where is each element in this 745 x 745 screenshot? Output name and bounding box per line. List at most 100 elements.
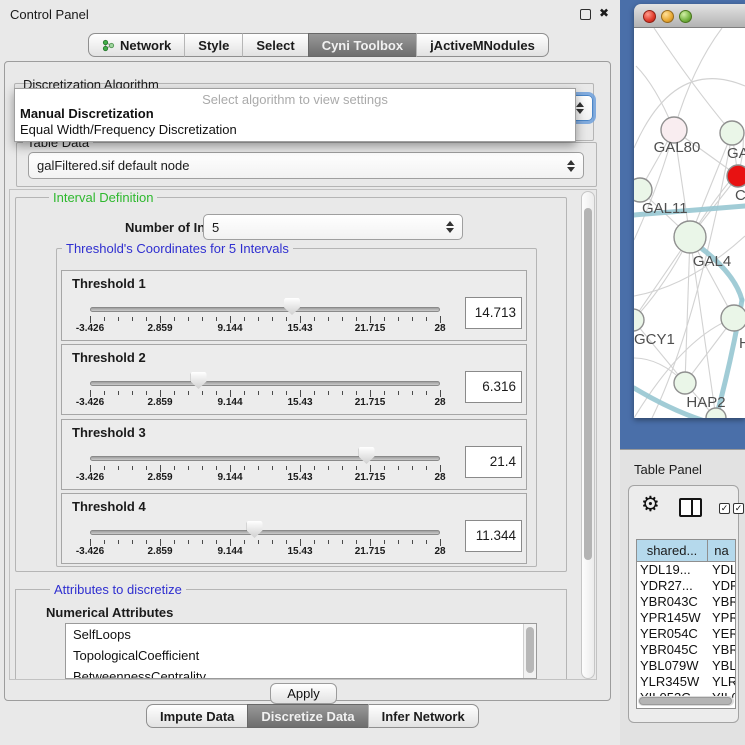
split-columns-icon[interactable] <box>679 498 702 517</box>
tick-label: -3.426 <box>76 546 104 557</box>
slider-track[interactable] <box>90 381 440 386</box>
attribute-item-selfloops[interactable]: SelfLoops <box>66 624 536 645</box>
tick-mark <box>328 540 329 544</box>
tab-impute-data[interactable]: Impute Data <box>146 704 247 728</box>
threshold-value-field[interactable]: 14.713 <box>465 297 522 329</box>
tick-mark <box>104 466 105 470</box>
threshold-value-field[interactable]: 21.4 <box>465 446 522 478</box>
tick-mark <box>286 540 287 544</box>
tab-network[interactable]: Network <box>88 33 184 57</box>
table-row[interactable]: YLR345WYLR3 <box>637 674 735 690</box>
scrollbar-thumb[interactable] <box>639 697 732 705</box>
dropdown-placeholder-item[interactable]: Select algorithm to view settings <box>15 89 575 106</box>
network-node-c[interactable] <box>727 165 745 187</box>
network-node-gcy1[interactable] <box>634 309 644 331</box>
slider-handle[interactable] <box>284 298 300 315</box>
cell-name: YBL0 <box>708 658 735 674</box>
slider-handle[interactable] <box>359 447 375 464</box>
cell-name: YLR3 <box>708 674 735 690</box>
tick-mark <box>160 316 161 323</box>
tick-mark <box>398 466 399 470</box>
network-window-titlebar[interactable] <box>634 4 745 28</box>
tick-label: 28 <box>434 323 445 334</box>
table-row[interactable]: YBL079WYBL0 <box>637 658 735 674</box>
network-node-gal4[interactable] <box>674 221 706 253</box>
vertical-scrollbar[interactable] <box>581 191 595 679</box>
slider-track[interactable] <box>90 530 440 535</box>
table-panel-title: Table Panel <box>634 462 702 477</box>
minimize-traffic-light-icon[interactable] <box>661 10 674 23</box>
network-graph[interactable]: GAL80GACGAL11GAL4GCY1HHAP2 <box>634 28 745 418</box>
float-window-icon[interactable] <box>580 9 591 20</box>
thresholds-title: Threshold's Coordinates for 5 Intervals <box>62 241 293 256</box>
network-node-h[interactable] <box>721 305 745 331</box>
table-row[interactable]: YPR145WYPR1 <box>637 610 735 626</box>
tick-mark <box>398 317 399 321</box>
stepper-arrows-icon <box>446 221 454 233</box>
tab-label-impute-data: Impute Data <box>160 709 234 724</box>
number-of-intervals-select[interactable]: 5 <box>203 214 463 240</box>
tick-label: -3.426 <box>76 397 104 408</box>
table-row[interactable]: YER054CYER0 <box>637 626 735 642</box>
tab-cyni-toolbox[interactable]: Cyni Toolbox <box>308 33 416 57</box>
tick-mark <box>104 317 105 321</box>
list-vertical-scrollbar[interactable] <box>523 624 536 678</box>
tick-label: 2.859 <box>147 323 172 334</box>
network-node-gal11[interactable] <box>634 178 652 202</box>
table-row[interactable]: YBR045CYBR0 <box>637 642 735 658</box>
settings-gear-icon[interactable]: ⚙ <box>641 492 660 516</box>
dropdown-option-equal-width-frequency[interactable]: Equal Width/Frequency Discretization <box>15 122 575 138</box>
table-row[interactable]: YBR043CYBR0 <box>637 594 735 610</box>
column-header-name[interactable]: na <box>708 540 735 562</box>
tick-mark <box>244 317 245 321</box>
network-canvas[interactable]: GAL80GACGAL11GAL4GCY1HHAP2 <box>634 28 745 418</box>
tab-style[interactable]: Style <box>184 33 242 57</box>
slider-handle[interactable] <box>191 372 207 389</box>
slider-track[interactable] <box>90 456 440 461</box>
slider-track[interactable] <box>90 307 440 312</box>
checkbox-icon-2[interactable]: ✓ <box>733 503 744 514</box>
close-icon[interactable]: ✖ <box>599 6 609 20</box>
tab-jactivemnodules[interactable]: jActiveMNodules <box>416 33 549 57</box>
attribute-item-topologicalcoefficient[interactable]: TopologicalCoefficient <box>66 645 536 666</box>
network-node-hap2[interactable] <box>674 372 696 394</box>
cell-shared-name: YBR045C <box>637 642 708 658</box>
tick-label: 28 <box>434 472 445 483</box>
close-traffic-light-icon[interactable] <box>643 10 656 23</box>
column-header-shared-name[interactable]: shared... <box>637 540 708 562</box>
table-row[interactable]: YDL19...YDL1 <box>637 562 735 578</box>
scrollbar-thumb[interactable] <box>526 627 534 673</box>
tick-label: 21.715 <box>355 323 386 334</box>
scrollbar-thumb[interactable] <box>584 208 592 560</box>
apply-button[interactable]: Apply <box>270 683 337 704</box>
dropdown-option-manual-discretization[interactable]: Manual Discretization <box>15 106 575 122</box>
table-data-select[interactable]: galFiltered.sif default node <box>28 152 584 179</box>
numerical-attributes-label: Numerical Attributes <box>46 605 173 620</box>
tick-mark <box>188 466 189 470</box>
tab-label-style: Style <box>198 38 229 53</box>
threshold-value-field[interactable]: 6.316 <box>465 371 522 403</box>
tab-discretize-data[interactable]: Discretize Data <box>247 704 367 728</box>
network-node-ga[interactable] <box>720 121 744 145</box>
attribute-item-betweennesscentrality[interactable]: BetweennessCentrality <box>66 666 536 679</box>
tick-mark <box>216 540 217 544</box>
slider-handle[interactable] <box>247 521 263 538</box>
checkbox-icon-1[interactable]: ✓ <box>719 503 730 514</box>
tick-mark <box>300 316 301 323</box>
tick-mark <box>328 391 329 395</box>
tick-mark <box>244 540 245 544</box>
threshold-label: Threshold 1 <box>72 276 146 291</box>
tick-mark <box>398 391 399 395</box>
zoom-traffic-light-icon[interactable] <box>679 10 692 23</box>
tick-mark <box>216 391 217 395</box>
threshold-value-field[interactable]: 11.344 <box>465 520 522 552</box>
tab-infer-network[interactable]: Infer Network <box>368 704 479 728</box>
tab-select[interactable]: Select <box>242 33 307 57</box>
horizontal-scrollbar[interactable] <box>638 696 734 706</box>
table-row[interactable]: YDR27...YDR2 <box>637 578 735 594</box>
network-view-background: GAL80GACGAL11GAL4GCY1HHAP2 <box>620 0 745 449</box>
node-label-gal80: GAL80 <box>654 139 701 156</box>
tick-mark <box>426 540 427 544</box>
tick-label: 21.715 <box>355 546 386 557</box>
cell-shared-name: YLR345W <box>637 674 708 690</box>
